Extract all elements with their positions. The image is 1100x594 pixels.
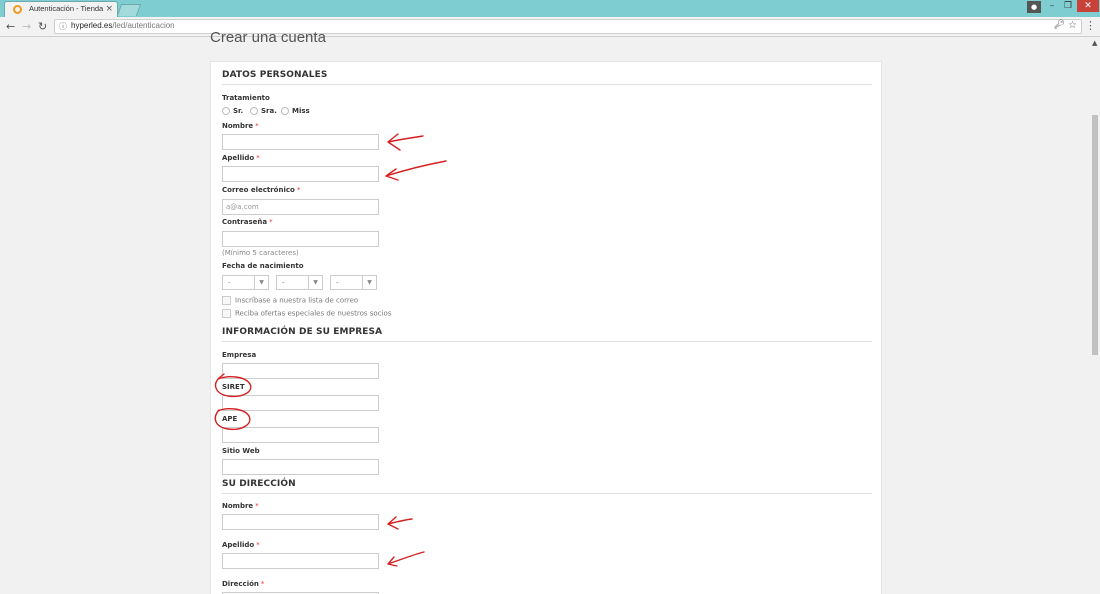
section-heading-address: SU DIRECCIÓN bbox=[222, 479, 872, 494]
scrollbar-thumb[interactable] bbox=[1092, 115, 1098, 355]
birth-year-select[interactable]: - ▼ bbox=[330, 275, 377, 290]
required-mark: * bbox=[255, 502, 259, 510]
radio-sra[interactable] bbox=[250, 107, 258, 115]
bookmark-star-icon[interactable]: ☆ bbox=[1068, 20, 1077, 31]
siret-input[interactable] bbox=[222, 395, 379, 411]
ape-label: APE bbox=[222, 415, 238, 423]
info-icon[interactable]: ⓘ bbox=[59, 21, 67, 32]
address-bar[interactable]: ⓘ hyperled.es/led/autenticacion 🔑︎ ☆ bbox=[54, 19, 1082, 34]
radio-miss-label[interactable]: Miss bbox=[292, 107, 310, 115]
site-favicon-icon bbox=[13, 5, 22, 14]
password-hint: (Mínimo 5 caracteres) bbox=[222, 249, 299, 257]
address-apellido-label-text: Apellido bbox=[222, 541, 255, 549]
radio-miss[interactable] bbox=[281, 107, 289, 115]
key-icon[interactable]: 🔑︎ bbox=[1054, 20, 1065, 30]
section-heading-company: INFORMACIÓN DE SU EMPRESA bbox=[222, 327, 872, 342]
empresa-input[interactable] bbox=[222, 363, 379, 379]
chevron-down-icon: ▼ bbox=[362, 276, 376, 289]
apellido-label-text: Apellido bbox=[222, 154, 255, 162]
email-label: Correo electrónico * bbox=[222, 186, 300, 194]
window-close-button[interactable]: ✕ bbox=[1077, 0, 1099, 12]
birthdate-label: Fecha de nacimiento bbox=[222, 262, 304, 270]
newsletter-checkbox[interactable] bbox=[222, 296, 231, 305]
address-apellido-input[interactable] bbox=[222, 553, 379, 569]
required-mark: * bbox=[256, 541, 260, 549]
radio-sr[interactable] bbox=[222, 107, 230, 115]
nombre-input[interactable] bbox=[222, 134, 379, 150]
required-mark: * bbox=[256, 154, 260, 162]
tab-close-icon[interactable]: × bbox=[105, 3, 113, 15]
apellido-label: Apellido * bbox=[222, 154, 260, 162]
url-text[interactable]: hyperled.es/led/autenticacion bbox=[71, 21, 175, 30]
browser-tab-bar: Autenticación - Tienda L × ● – ❐ ✕ bbox=[0, 0, 1100, 17]
required-mark: * bbox=[269, 218, 273, 226]
birth-month-value: - bbox=[282, 279, 285, 287]
nombre-label: Nombre * bbox=[222, 122, 259, 130]
forward-arrow-icon[interactable]: → bbox=[22, 19, 31, 35]
required-mark: * bbox=[260, 580, 265, 588]
new-tab-button[interactable] bbox=[116, 4, 142, 16]
page-scrollbar[interactable]: ▲ bbox=[1090, 37, 1100, 594]
newsletter-checkbox-row[interactable]: Inscríbase a nuestra lista de correo bbox=[222, 296, 358, 305]
reload-icon[interactable]: ↻ bbox=[38, 19, 47, 35]
password-label-text: Contraseña bbox=[222, 218, 268, 226]
offers-checkbox[interactable] bbox=[222, 309, 231, 318]
address-nombre-label: Nombre * bbox=[222, 502, 259, 510]
address-nombre-input[interactable] bbox=[222, 514, 379, 530]
direccion-label-text: Dirección bbox=[222, 580, 259, 588]
tab-title: Autenticación - Tienda L bbox=[29, 4, 105, 13]
direccion-label: Dirección * bbox=[222, 580, 264, 588]
address-nombre-label-text: Nombre bbox=[222, 502, 254, 510]
radio-sr-label[interactable]: Sr. bbox=[233, 107, 243, 115]
required-mark: * bbox=[255, 122, 259, 130]
siret-label: SIRET bbox=[222, 383, 245, 391]
back-arrow-icon[interactable]: ← bbox=[6, 19, 15, 35]
empresa-label: Empresa bbox=[222, 351, 257, 359]
browser-tab[interactable]: Autenticación - Tienda L × bbox=[4, 1, 118, 17]
email-input[interactable]: a@a.com bbox=[222, 199, 379, 215]
chevron-down-icon: ▼ bbox=[308, 276, 322, 289]
address-apellido-label: Apellido * bbox=[222, 541, 260, 549]
page-title: Crear una cuenta bbox=[210, 29, 326, 46]
minimize-button[interactable]: – bbox=[1047, 0, 1057, 12]
scroll-up-icon[interactable]: ▲ bbox=[1092, 39, 1097, 47]
newsletter-label: Inscríbase a nuestra lista de correo bbox=[235, 296, 359, 305]
browser-toolbar: ← → ↻ ⓘ hyperled.es/led/autenticacion 🔑︎… bbox=[0, 17, 1100, 37]
sitio-web-label: Sitio Web bbox=[222, 447, 260, 455]
birth-year-value: - bbox=[336, 279, 339, 287]
email-label-text: Correo electrónico bbox=[222, 186, 295, 194]
birth-month-select[interactable]: - ▼ bbox=[276, 275, 323, 290]
nombre-label-text: Nombre bbox=[222, 122, 254, 130]
required-mark: * bbox=[296, 186, 301, 194]
password-label: Contraseña * bbox=[222, 218, 273, 226]
apellido-input[interactable] bbox=[222, 166, 379, 182]
chevron-down-icon: ▼ bbox=[254, 276, 268, 289]
section-heading-personal: DATOS PERSONALES bbox=[222, 70, 872, 85]
restore-button[interactable]: ❐ bbox=[1063, 0, 1073, 12]
url-host: hyperled.es bbox=[71, 21, 113, 30]
radio-sra-label[interactable]: Sra. bbox=[261, 107, 277, 115]
profile-icon[interactable]: ● bbox=[1027, 1, 1041, 13]
registration-form: DATOS PERSONALES Tratamiento Sr. Sra. Mi… bbox=[210, 61, 882, 594]
birth-day-value: - bbox=[228, 279, 231, 287]
birth-day-select[interactable]: - ▼ bbox=[222, 275, 269, 290]
offers-checkbox-row[interactable]: Reciba ofertas especiales de nuestros so… bbox=[222, 309, 391, 318]
password-input[interactable] bbox=[222, 231, 379, 247]
sitio-web-input[interactable] bbox=[222, 459, 379, 475]
browser-menu-icon[interactable]: ⋮ bbox=[1085, 19, 1096, 32]
offers-label: Reciba ofertas especiales de nuestros so… bbox=[235, 309, 392, 318]
tratamiento-label: Tratamiento bbox=[222, 94, 270, 102]
ape-input[interactable] bbox=[222, 427, 379, 443]
url-path: /led/autenticacion bbox=[112, 21, 175, 30]
